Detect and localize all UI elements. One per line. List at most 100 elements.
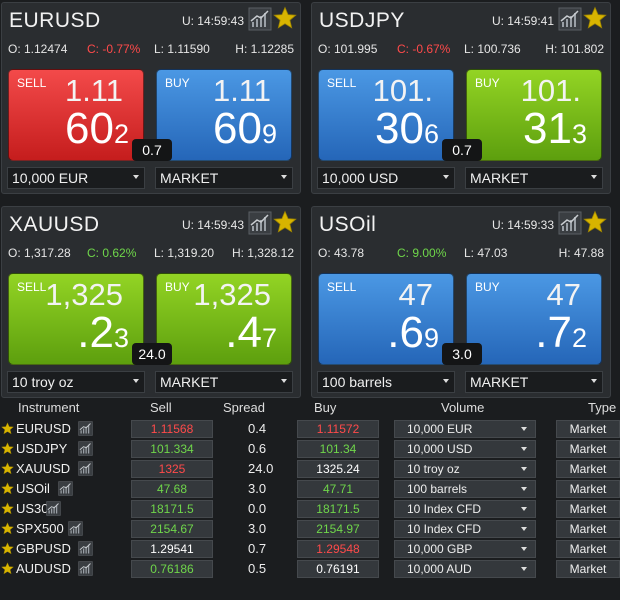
volume-select[interactable]: 10 Index CFD (394, 520, 536, 538)
sell-button[interactable]: SELL 47 .69 (318, 273, 454, 365)
buy-label: BUY (165, 280, 190, 294)
sell-price-cell[interactable]: 2154.67 (131, 520, 213, 538)
order-type-select[interactable]: MARKET (465, 371, 603, 393)
buy-button[interactable]: BUY 1,325 .47 (156, 273, 292, 365)
low-value: L: 47.03 (464, 246, 508, 260)
sell-price-cell[interactable]: 0.76186 (131, 560, 213, 578)
chart-icon[interactable] (78, 441, 93, 456)
instrument-name: USDJPY (16, 441, 68, 456)
chart-icon[interactable] (78, 541, 93, 556)
volume-select[interactable]: 10,000 GBP (394, 540, 536, 558)
instrument-table-header: Instrument Sell Spread Buy Volume Type (0, 398, 620, 418)
high-value: H: 1,328.12 (231, 246, 294, 260)
favorite-star-icon[interactable] (273, 6, 297, 30)
chart-icon[interactable] (248, 7, 272, 31)
volume-select[interactable]: 10,000 AUD (394, 560, 536, 578)
favorite-star-icon[interactable] (583, 210, 607, 234)
spread-value: 0.0 (248, 501, 267, 516)
chart-icon[interactable] (58, 481, 73, 496)
order-type-button[interactable]: Market (556, 460, 620, 478)
open-value: O: 101.995 (318, 42, 378, 56)
buy-price-cell[interactable]: 1.11572 (297, 420, 379, 438)
order-type-select[interactable]: MARKET (465, 167, 603, 189)
chart-icon[interactable] (78, 421, 93, 436)
volume-select[interactable]: 10,000 USD (317, 167, 455, 189)
chevron-down-icon (443, 379, 449, 383)
table-row: USOil 47.68 3.0 47.71 100 barrels Market (0, 479, 620, 499)
order-type-button[interactable]: Market (556, 420, 620, 438)
sell-price-cell[interactable]: 18171.5 (131, 500, 213, 518)
sell-price-cell[interactable]: 1.11568 (131, 420, 213, 438)
order-type-button[interactable]: Market (556, 440, 620, 458)
order-type-button[interactable]: Market (556, 520, 620, 538)
chart-icon[interactable] (558, 211, 582, 235)
favorite-star-icon[interactable] (1, 562, 14, 575)
order-type-button[interactable]: Market (556, 560, 620, 578)
chevron-down-icon (521, 547, 527, 551)
chevron-down-icon (521, 427, 527, 431)
chart-icon[interactable] (248, 211, 272, 235)
buy-button[interactable]: BUY 101. 313 (466, 69, 602, 161)
spread-badge: 24.0 (132, 343, 172, 365)
volume-select[interactable]: 100 barrels (394, 480, 536, 498)
buy-price-cell[interactable]: 2154.97 (297, 520, 379, 538)
sell-price-cell[interactable]: 1325 (131, 460, 213, 478)
chart-icon[interactable] (78, 461, 93, 476)
volume-select[interactable]: 10 troy oz (7, 371, 145, 393)
chevron-down-icon (133, 175, 139, 179)
volume-select[interactable]: 10,000 EUR (394, 420, 536, 438)
sell-price-main: 602 (65, 104, 129, 153)
favorite-star-icon[interactable] (1, 542, 14, 555)
spread-value: 0.5 (248, 561, 267, 576)
buy-price-cell[interactable]: 18171.5 (297, 500, 379, 518)
panel-ohlc: O: 1,317.28 C: 0.62% L: 1,319.20 H: 1,32… (2, 243, 300, 263)
sell-label: SELL (17, 76, 47, 90)
volume-select[interactable]: 10,000 USD (394, 440, 536, 458)
spread-value: 0.4 (248, 421, 267, 436)
buy-price-cell[interactable]: 0.76191 (297, 560, 379, 578)
sell-price-cell[interactable]: 101.334 (131, 440, 213, 458)
favorite-star-icon[interactable] (1, 522, 14, 535)
chart-icon[interactable] (78, 561, 93, 576)
change-value: C: 9.00% (397, 246, 447, 260)
buy-price-cell[interactable]: 1325.24 (297, 460, 379, 478)
favorite-star-icon[interactable] (1, 442, 14, 455)
table-row: EURUSD 1.11568 0.4 1.11572 10,000 EUR Ma… (0, 419, 620, 439)
order-type-select[interactable]: MARKET (155, 371, 293, 393)
instrument-name: USOil (16, 481, 50, 496)
buy-price-cell[interactable]: 101.34 (297, 440, 379, 458)
chart-icon[interactable] (558, 7, 582, 31)
sell-button[interactable]: SELL 101. 306 (318, 69, 454, 161)
order-type-button[interactable]: Market (556, 480, 620, 498)
buy-button[interactable]: BUY 1.11 609 (156, 69, 292, 161)
buy-price-cell[interactable]: 1.29548 (297, 540, 379, 558)
sell-price-cell[interactable]: 1.29541 (131, 540, 213, 558)
chart-icon[interactable] (68, 521, 83, 536)
favorite-star-icon[interactable] (1, 482, 14, 495)
volume-select[interactable]: 10,000 EUR (7, 167, 145, 189)
favorite-star-icon[interactable] (1, 422, 14, 435)
volume-select[interactable]: 10 troy oz (394, 460, 536, 478)
order-type-button[interactable]: Market (556, 500, 620, 518)
favorite-star-icon[interactable] (273, 210, 297, 234)
favorite-star-icon[interactable] (1, 502, 14, 515)
buy-price-cell[interactable]: 47.71 (297, 480, 379, 498)
favorite-star-icon[interactable] (1, 462, 14, 475)
sell-button[interactable]: SELL 1.11 602 (8, 69, 144, 161)
buy-button[interactable]: BUY 47 .72 (466, 273, 602, 365)
volume-select[interactable]: 100 barrels (317, 371, 455, 393)
sell-price-cell[interactable]: 47.68 (131, 480, 213, 498)
panel-update-time: U: 14:59:41 (491, 14, 554, 28)
order-type-button[interactable]: Market (556, 540, 620, 558)
chevron-down-icon (521, 447, 527, 451)
spread-badge: 0.7 (442, 139, 482, 161)
panel-update-time: U: 14:59:43 (181, 218, 244, 232)
open-value: O: 43.78 (318, 246, 365, 260)
favorite-star-icon[interactable] (583, 6, 607, 30)
chart-icon[interactable] (46, 501, 61, 516)
low-value: L: 1.11590 (154, 42, 210, 56)
table-row: AUDUSD 0.76186 0.5 0.76191 10,000 AUD Ma… (0, 559, 620, 579)
volume-select[interactable]: 10 Index CFD (394, 500, 536, 518)
order-type-select[interactable]: MARKET (155, 167, 293, 189)
sell-button[interactable]: SELL 1,325 .23 (8, 273, 144, 365)
